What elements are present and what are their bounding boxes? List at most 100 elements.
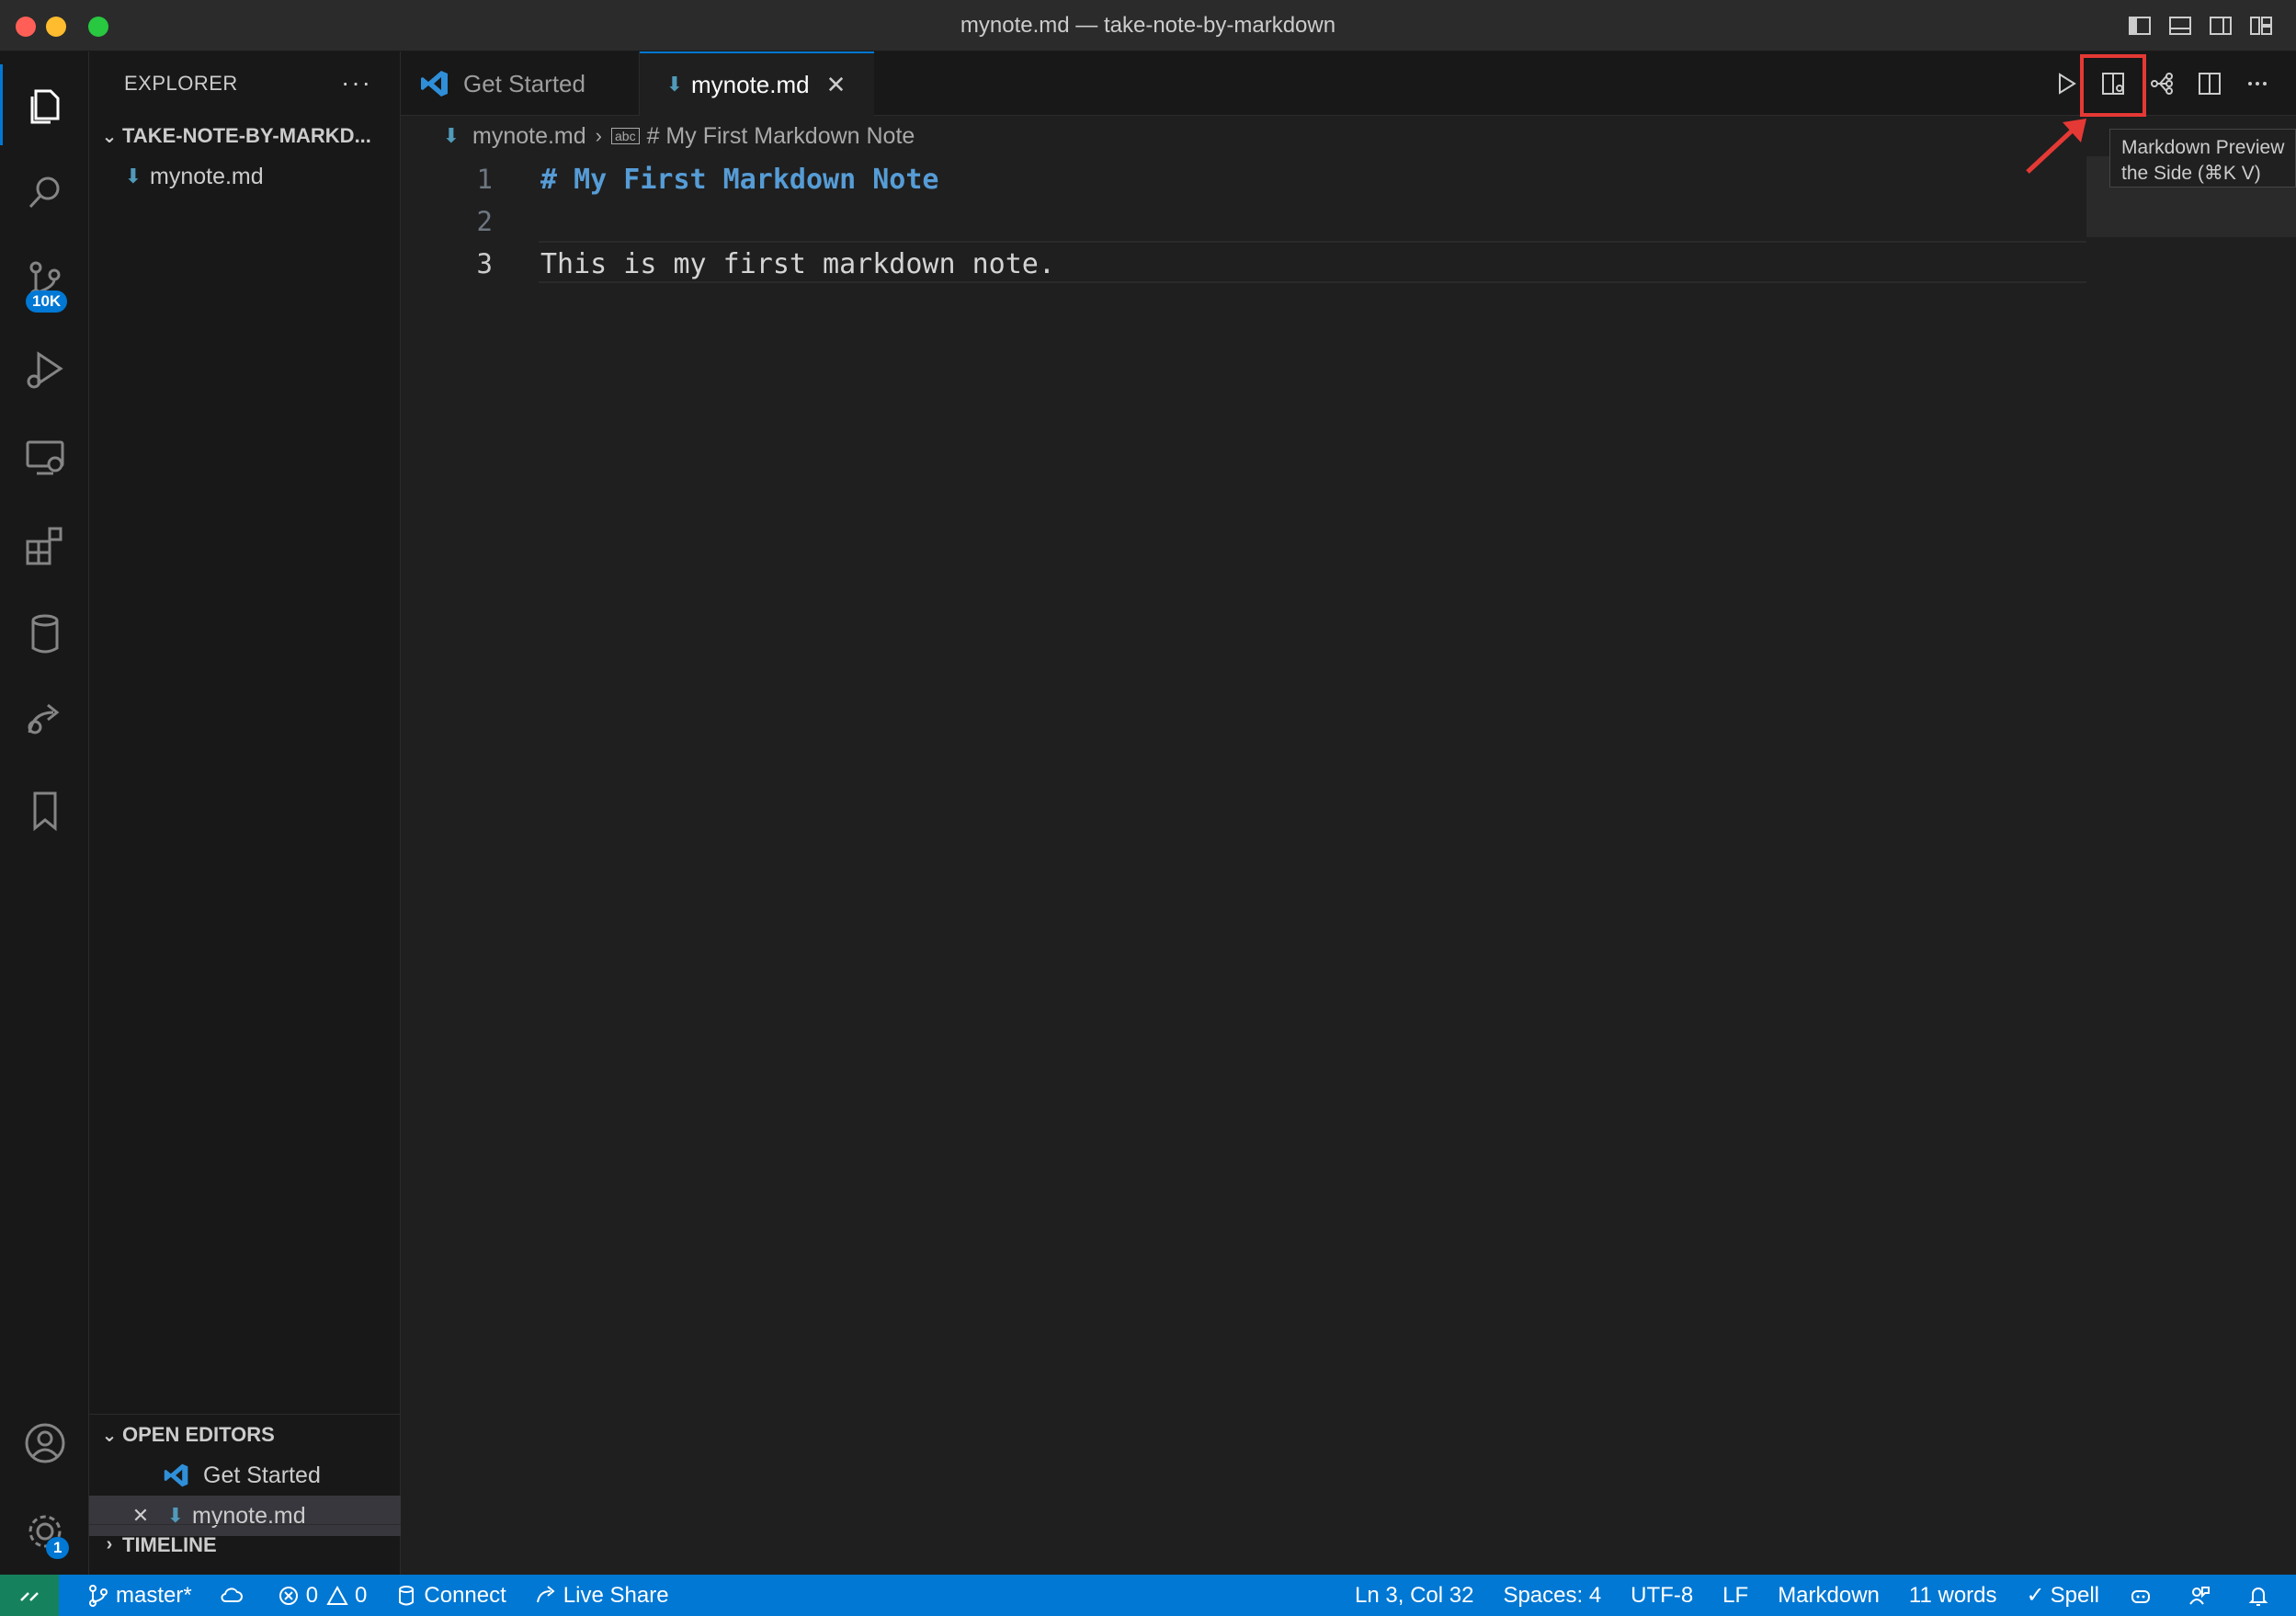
line-number: 2 xyxy=(476,206,493,237)
tooltip: Markdown Preview the Side (⌘K V) xyxy=(2109,129,2296,188)
chevron-right-icon: › xyxy=(595,124,602,147)
title-bar: mynote.md — take-note-by-markdown xyxy=(0,0,2296,51)
tab-label: Get Started xyxy=(463,69,585,97)
annotation-arrow-icon xyxy=(2026,119,2086,174)
cloud-sync-icon xyxy=(221,1587,243,1602)
chevron-down-icon: ⌄ xyxy=(101,126,118,147)
editor-line: 3 This is my first markdown note. xyxy=(401,243,2086,285)
search-icon[interactable] xyxy=(0,153,89,233)
more-actions-icon[interactable] xyxy=(2233,60,2281,108)
source-control-badge: 10K xyxy=(26,290,68,313)
explorer-icon[interactable] xyxy=(0,64,89,145)
chevron-right-icon: › xyxy=(106,1534,113,1554)
editor-line: 1 # My First Markdown Note xyxy=(401,158,2086,200)
remote-explorer-icon[interactable] xyxy=(0,417,89,498)
customize-layout-icon[interactable] xyxy=(2248,13,2274,39)
database-icon xyxy=(399,1585,415,1605)
window-title: mynote.md — take-note-by-markdown xyxy=(960,13,1336,38)
source-control-icon[interactable]: 10K xyxy=(0,241,89,322)
breadcrumb-symbol[interactable]: # My First Markdown Note xyxy=(647,123,915,150)
toggle-primary-sidebar-icon[interactable] xyxy=(2127,13,2153,39)
indentation-status[interactable]: Spaces: 4 xyxy=(1503,1583,1601,1609)
notifications-bell-icon[interactable] xyxy=(2246,1584,2276,1608)
word-count[interactable]: 11 words xyxy=(1909,1583,1997,1609)
bell-icon xyxy=(2248,1587,2268,1606)
close-tab-icon[interactable]: ✕ xyxy=(826,71,847,99)
file-item-mynote[interactable]: ⬇ mynote.md xyxy=(89,156,400,197)
markdown-file-icon: ⬇ xyxy=(442,124,460,147)
branch-name: master* xyxy=(116,1582,192,1608)
bookmarks-icon[interactable] xyxy=(0,770,89,851)
markdown-file-icon: ⬇ xyxy=(124,165,142,188)
person-feedback-icon xyxy=(2189,1586,2210,1605)
toggle-secondary-sidebar-icon[interactable] xyxy=(2208,13,2233,39)
tab-get-started[interactable]: Get Started xyxy=(401,51,640,116)
accounts-icon[interactable] xyxy=(0,1403,89,1484)
copilot-icon[interactable] xyxy=(2129,1584,2158,1608)
connect-label: Connect xyxy=(424,1582,506,1608)
spell-status[interactable]: ✓ Spell xyxy=(2027,1582,2099,1609)
git-branch-icon xyxy=(89,1584,108,1607)
markdown-file-icon: ⬇ xyxy=(665,73,684,96)
tooltip-line-1: Markdown Preview xyxy=(2121,137,2285,158)
remote-indicator[interactable] xyxy=(0,1575,59,1616)
breadcrumb-file[interactable]: mynote.md xyxy=(472,123,586,150)
sync-status[interactable] xyxy=(220,1584,249,1608)
more-actions-icon[interactable]: ··· xyxy=(341,68,372,97)
file-label: mynote.md xyxy=(150,163,264,189)
settings-badge: 1 xyxy=(46,1537,70,1559)
check-icon: ✓ xyxy=(2026,1583,2045,1608)
live-share-status[interactable]: Live Share xyxy=(534,1583,669,1609)
problems-status[interactable]: 0 0 xyxy=(277,1582,367,1609)
encoding-status[interactable]: UTF-8 xyxy=(1631,1583,1693,1609)
live-share-label: Live Share xyxy=(563,1582,669,1608)
branch-status[interactable]: master* xyxy=(86,1583,192,1609)
manage-gear-icon[interactable]: 1 xyxy=(0,1491,89,1572)
tab-mynote[interactable]: ⬇ mynote.md ✕ xyxy=(640,51,874,116)
timeline-title: TIMELINE xyxy=(122,1532,217,1556)
editor-line: 2 xyxy=(401,200,2086,243)
vscode-logo-icon xyxy=(164,1463,188,1487)
status-bar: master* 0 0 Connect Live Share Ln 3, Col… xyxy=(0,1575,2296,1616)
eol-status[interactable]: LF xyxy=(1722,1583,1748,1609)
database-icon[interactable] xyxy=(0,594,89,675)
toggle-panel-icon[interactable] xyxy=(2167,13,2193,39)
tooltip-line-2: the Side (⌘K V) xyxy=(2121,163,2261,184)
explorer-sidebar: EXPLORER ··· ⌄ TAKE-NOTE-BY-MARKD... ⬇ m… xyxy=(89,51,401,1575)
editor-tabs: Get Started ⬇ mynote.md ✕ xyxy=(401,51,2296,116)
line-text: This is my first markdown note. xyxy=(540,247,1055,280)
cursor-position[interactable]: Ln 3, Col 32 xyxy=(1355,1583,1473,1609)
open-editor-get-started[interactable]: Get Started xyxy=(89,1455,401,1496)
open-editors-header[interactable]: ⌄ OPEN EDITORS xyxy=(89,1415,401,1455)
open-editor-label: Get Started xyxy=(203,1462,321,1488)
status-bar-right: Ln 3, Col 32 Spaces: 4 UTF-8 LF Markdown… xyxy=(1325,1575,2276,1616)
language-mode[interactable]: Markdown xyxy=(1778,1583,1880,1609)
error-count: 0 xyxy=(305,1582,319,1608)
vscode-logo-icon xyxy=(421,71,448,97)
open-editors-title: OPEN EDITORS xyxy=(122,1423,275,1446)
copilot-glyph-icon xyxy=(2131,1589,2150,1603)
spell-label: Spell xyxy=(2050,1582,2099,1608)
string-symbol-icon: abc xyxy=(611,128,640,144)
open-editors-section: ⌄ OPEN EDITORS Get Started ✕ ⬇ mynote.md xyxy=(89,1414,401,1536)
line-number: 3 xyxy=(476,248,493,279)
tab-label: mynote.md xyxy=(691,70,810,98)
line-number: 1 xyxy=(476,164,493,195)
activity-bar: 10K 1 xyxy=(0,51,89,1575)
feedback-icon[interactable] xyxy=(2188,1584,2217,1608)
run-and-debug-icon[interactable] xyxy=(0,329,89,410)
line-text: # My First Markdown Note xyxy=(540,163,939,196)
extensions-icon[interactable] xyxy=(0,506,89,586)
split-editor-icon[interactable] xyxy=(2186,60,2233,108)
live-share-icon[interactable] xyxy=(0,682,89,763)
timeline-header[interactable]: › TIMELINE xyxy=(89,1524,401,1565)
highlight-box xyxy=(2080,54,2146,117)
error-icon xyxy=(278,1586,298,1605)
code-editor[interactable]: 1 # My First Markdown Note 2 3 This is m… xyxy=(401,156,2296,1575)
layout-controls xyxy=(2127,13,2274,39)
folder-name: TAKE-NOTE-BY-MARKD... xyxy=(122,124,371,147)
connect-status[interactable]: Connect xyxy=(394,1583,506,1609)
folder-section-header[interactable]: ⌄ TAKE-NOTE-BY-MARKD... xyxy=(89,116,400,156)
chevron-down-icon: ⌄ xyxy=(101,1425,118,1446)
live-share-icon xyxy=(536,1585,555,1602)
